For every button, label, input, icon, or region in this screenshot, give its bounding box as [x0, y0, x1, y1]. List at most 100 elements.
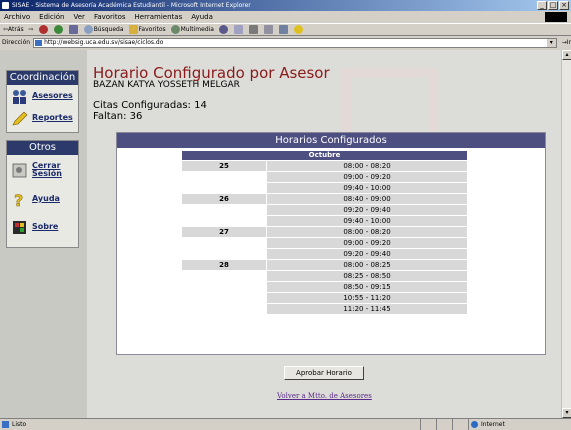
approve-schedule-button[interactable]: Aprobar Horario — [284, 366, 364, 380]
status-text: Listo — [12, 421, 27, 428]
media-button[interactable]: Multimedia — [170, 25, 214, 34]
close-button[interactable]: × — [559, 1, 569, 10]
stop-icon[interactable] — [38, 25, 48, 34]
home-icon[interactable] — [68, 25, 78, 34]
search-button[interactable]: Búsqueda — [83, 25, 124, 34]
menu-herramientas[interactable]: Herramientas — [135, 11, 183, 23]
sidebar-item-label[interactable]: Cerrar Sesión — [32, 162, 72, 178]
maximize-button[interactable]: □ — [548, 1, 558, 10]
day-cell: 27 — [182, 227, 266, 237]
main-panel: Horario Configurado por Asesor BAZAN KAT… — [87, 50, 561, 418]
menu-ver[interactable]: Ver — [74, 11, 85, 23]
help-icon: ? — [11, 190, 28, 210]
zone-label: Internet — [481, 421, 505, 428]
sidebar-item-sobre[interactable]: Sobre — [7, 213, 78, 241]
edit-icon[interactable] — [263, 25, 273, 34]
menu-favoritos[interactable]: Favoritos — [94, 11, 126, 23]
citas-configuradas: Citas Configuradas: 14 — [93, 100, 207, 111]
media-label: Multimedia — [180, 26, 214, 33]
sidebar-item-asesores[interactable]: Asesores — [7, 85, 78, 107]
discuss-icon[interactable] — [278, 25, 288, 34]
time-slot-cell: 08:25 - 08:50 — [267, 271, 467, 281]
day-cell — [182, 249, 266, 259]
menu-archivo[interactable]: Archivo — [4, 11, 30, 23]
time-slot-cell: 09:00 - 09:20 — [267, 238, 467, 248]
refresh-icon[interactable] — [53, 25, 63, 34]
menu-ayuda[interactable]: Ayuda — [191, 11, 213, 23]
table-row: 10:55 - 11:20 — [182, 293, 467, 303]
mail-icon[interactable] — [233, 25, 243, 34]
sidebar-section-title: Coordinación — [7, 71, 78, 85]
time-slot-cell: 10:55 - 11:20 — [267, 293, 467, 303]
table-row: 09:20 - 09:40 — [182, 249, 467, 259]
sidebar-item-label[interactable]: Ayuda — [32, 195, 60, 203]
day-cell — [182, 183, 266, 193]
sidebar-item-label[interactable]: Sobre — [32, 223, 58, 231]
day-cell: 25 — [182, 161, 266, 171]
vertical-scrollbar[interactable]: ▴ ▾ — [561, 50, 571, 418]
time-slot-cell: 09:40 - 10:00 — [267, 216, 467, 226]
favorites-label: Favoritos — [138, 26, 166, 33]
table-row: 09:00 - 09:20 — [182, 238, 467, 248]
windows-flag-icon — [545, 12, 567, 22]
table-row: 08:25 - 08:50 — [182, 271, 467, 281]
url-input[interactable]: http://websig.uca.edu.sv/sisae/ciclos.do… — [33, 37, 557, 48]
time-slot-cell: 08:00 - 08:20 — [267, 227, 467, 237]
status-bar: Listo Internet — [0, 418, 571, 430]
day-cell — [182, 238, 266, 248]
go-button[interactable]: →Ir — [562, 39, 571, 46]
chevron-down-icon[interactable]: ▾ — [546, 38, 556, 47]
table-row: 28 08:00 - 08:25 — [182, 260, 467, 270]
pencil-icon — [11, 110, 28, 127]
day-cell — [182, 216, 266, 226]
go-label: Ir — [566, 39, 571, 46]
status-text-area: Listo — [0, 419, 420, 430]
time-slot-cell: 09:40 - 10:00 — [267, 183, 467, 193]
history-icon[interactable] — [218, 25, 228, 34]
day-cell — [182, 205, 266, 215]
forward-button[interactable]: ⇨ — [29, 26, 34, 33]
table-row: 09:00 - 09:20 — [182, 172, 467, 182]
menu-edicion[interactable]: Edición — [39, 11, 64, 23]
time-slot-cell: 08:50 - 09:15 — [267, 282, 467, 292]
day-cell — [182, 271, 266, 281]
window-titlebar: SISAE - Sistema de Asesoría Académica Es… — [0, 0, 571, 11]
ie-app-icon — [2, 2, 9, 9]
media-icon — [170, 25, 180, 34]
sidebar-item-cerrar-sesion[interactable]: Cerrar Sesión — [7, 155, 78, 185]
sidebar-section-otros: Otros Cerrar Sesión ? Ayuda Sobre — [6, 140, 79, 248]
people-icon — [11, 88, 28, 105]
print-icon[interactable] — [248, 25, 258, 34]
scroll-down-icon[interactable]: ▾ — [562, 408, 571, 418]
time-slot-cell: 08:40 - 09:00 — [267, 194, 467, 204]
back-button[interactable]: ⇦ Atrás — [3, 26, 24, 33]
time-slot-cell: 11:20 - 11:45 — [267, 304, 467, 314]
time-slot-cell: 09:20 - 09:40 — [267, 205, 467, 215]
back-to-advisors-link[interactable]: Volver a Mtto. de Asesores — [277, 392, 372, 400]
scroll-up-icon[interactable]: ▴ — [562, 50, 571, 60]
day-cell — [182, 304, 266, 314]
address-label: Dirección — [2, 39, 31, 46]
sidebar-section-coordinacion: Coordinación Asesores Reportes — [6, 70, 79, 133]
sidebar-item-ayuda[interactable]: ? Ayuda — [7, 185, 78, 213]
favorites-button[interactable]: Favoritos — [128, 25, 166, 34]
back-label: Atrás — [8, 26, 24, 33]
minimize-button[interactable]: _ — [537, 1, 547, 10]
favorites-icon — [128, 25, 138, 34]
sidebar-item-label[interactable]: Asesores — [32, 92, 73, 100]
month-header: Octubre — [182, 151, 467, 160]
sidebar-item-label[interactable]: Reportes — [32, 114, 73, 122]
window-title: SISAE - Sistema de Asesoría Académica Es… — [12, 2, 251, 9]
messenger-icon[interactable] — [293, 25, 303, 34]
table-row: 09:40 - 10:00 — [182, 183, 467, 193]
table-row: 11:20 - 11:45 — [182, 304, 467, 314]
day-cell: 26 — [182, 194, 266, 204]
sidebar: Coordinación Asesores Reportes Otros Cer… — [0, 50, 87, 418]
status-cell — [452, 419, 468, 430]
sidebar-item-reportes[interactable]: Reportes — [7, 107, 78, 129]
time-slot-cell: 09:00 - 09:20 — [267, 172, 467, 182]
table-row: 08:50 - 09:15 — [182, 282, 467, 292]
security-zone: Internet — [468, 419, 571, 430]
status-cell — [420, 419, 436, 430]
time-slot-cell: 08:00 - 08:20 — [267, 161, 467, 171]
